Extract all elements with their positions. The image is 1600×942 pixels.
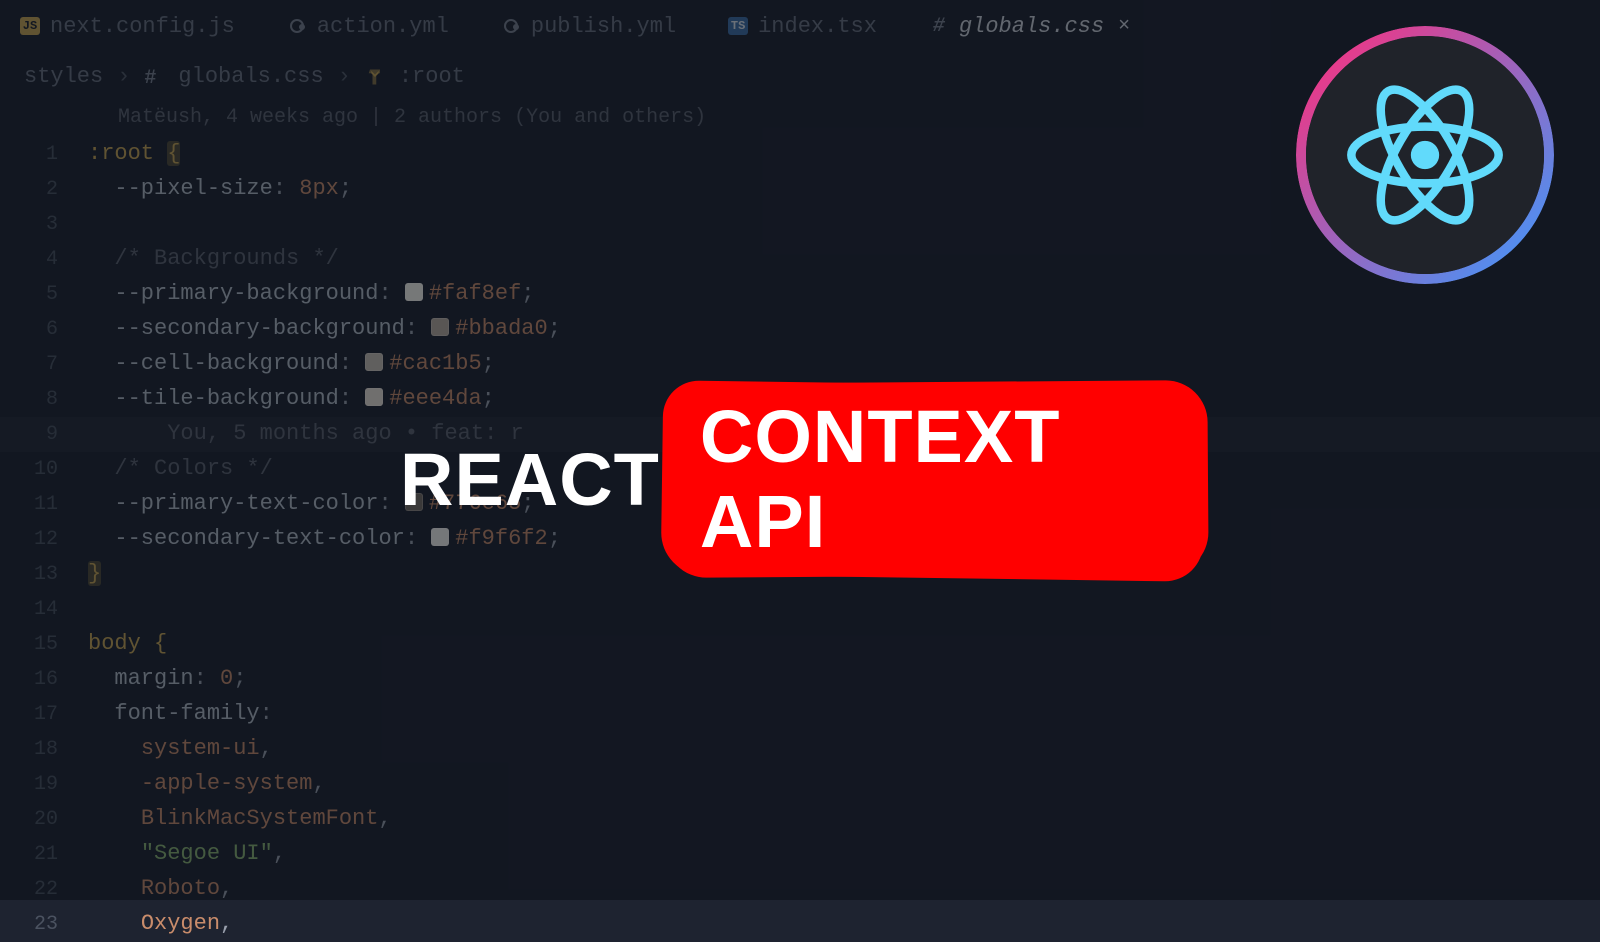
- code-line[interactable]: 19 -apple-system,: [0, 767, 1600, 802]
- line-number: 11: [0, 488, 88, 522]
- line-number: 5: [0, 278, 88, 312]
- js-icon: JS: [20, 17, 40, 35]
- code-line[interactable]: 22 Roboto,: [0, 872, 1600, 907]
- line-number: 22: [0, 873, 88, 907]
- hash-icon: #: [929, 16, 949, 36]
- chevron-right-icon: ›: [117, 64, 130, 89]
- line-number: 20: [0, 803, 88, 837]
- tab-action-yml[interactable]: action.yml: [275, 6, 461, 47]
- tab-publish-yml[interactable]: publish.yml: [489, 6, 688, 47]
- tab-label: globals.css: [959, 14, 1104, 39]
- yaml-icon: [504, 19, 518, 33]
- line-number: 12: [0, 523, 88, 557]
- close-icon[interactable]: ×: [1118, 15, 1130, 38]
- breadcrumb-file[interactable]: globals.css: [178, 64, 323, 89]
- code-line[interactable]: 15body {: [0, 627, 1600, 662]
- tab-label: index.tsx: [758, 14, 877, 39]
- title-word-react: REACT: [400, 437, 660, 522]
- color-swatch-icon: [365, 388, 383, 406]
- tab-index-tsx[interactable]: TS index.tsx: [716, 6, 889, 47]
- code-content: system-ui,: [88, 732, 273, 766]
- line-number: 6: [0, 313, 88, 347]
- line-number: 1: [0, 138, 88, 172]
- tab-next-config-js[interactable]: JS next.config.js: [8, 6, 247, 47]
- line-number: 7: [0, 348, 88, 382]
- line-number: 21: [0, 838, 88, 872]
- line-number: 13: [0, 558, 88, 592]
- code-line[interactable]: 20 BlinkMacSystemFont,: [0, 802, 1600, 837]
- code-line[interactable]: 17 font-family:: [0, 697, 1600, 732]
- line-number: 17: [0, 698, 88, 732]
- code-content: "Segoe UI",: [88, 837, 286, 871]
- line-number: 19: [0, 768, 88, 802]
- code-content: [88, 592, 101, 626]
- color-swatch-icon: [431, 318, 449, 336]
- line-number: 3: [0, 208, 88, 242]
- title-overlay: REACT CONTEXT API: [400, 394, 1200, 564]
- code-content: [88, 207, 101, 241]
- code-content: --cell-background: #cac1b5;: [88, 347, 495, 381]
- yaml-icon: [290, 19, 304, 33]
- code-line[interactable]: 7 --cell-background: #cac1b5;: [0, 347, 1600, 382]
- code-content: body {: [88, 627, 167, 661]
- code-content: /* Colors */: [88, 452, 273, 486]
- line-number: 4: [0, 243, 88, 277]
- title-word-context-api: CONTEXT API: [700, 395, 1061, 563]
- code-content: --secondary-background: #bbada0;: [88, 312, 561, 346]
- line-number: 9: [0, 418, 88, 452]
- breadcrumb-symbol[interactable]: :root: [399, 64, 465, 89]
- react-icon: [1340, 70, 1510, 240]
- code-line[interactable]: 16 margin: 0;: [0, 662, 1600, 697]
- color-swatch-icon: [365, 353, 383, 371]
- code-line[interactable]: 21 "Segoe UI",: [0, 837, 1600, 872]
- code-line[interactable]: 23 Oxygen,: [0, 907, 1600, 942]
- line-number: 14: [0, 593, 88, 627]
- code-content: font-family:: [88, 697, 273, 731]
- tab-label: publish.yml: [531, 14, 676, 39]
- line-number: 18: [0, 733, 88, 767]
- line-number: 8: [0, 383, 88, 417]
- symbol-icon: [365, 67, 385, 87]
- code-content: Oxygen,: [88, 907, 233, 941]
- code-content: BlinkMacSystemFont,: [88, 802, 392, 836]
- code-content: -apple-system,: [88, 767, 326, 801]
- tab-label: next.config.js: [50, 14, 235, 39]
- code-content: margin: 0;: [88, 662, 246, 696]
- code-line[interactable]: 6 --secondary-background: #bbada0;: [0, 312, 1600, 347]
- line-number: 23: [0, 908, 88, 942]
- line-number: 10: [0, 453, 88, 487]
- code-content: --primary-background: #faf8ef;: [88, 277, 534, 311]
- tab-label: action.yml: [317, 14, 449, 39]
- code-content: Roboto,: [88, 872, 233, 906]
- color-swatch-icon: [405, 283, 423, 301]
- ts-icon: TS: [728, 17, 748, 35]
- line-number: 15: [0, 628, 88, 662]
- line-number: 2: [0, 173, 88, 207]
- tab-globals-css[interactable]: # globals.css ×: [917, 6, 1142, 47]
- code-line[interactable]: 18 system-ui,: [0, 732, 1600, 767]
- chevron-right-icon: ›: [338, 64, 351, 89]
- breadcrumb-folder[interactable]: styles: [24, 64, 103, 89]
- code-line[interactable]: 14: [0, 592, 1600, 627]
- line-number: 16: [0, 663, 88, 697]
- code-content: :root {: [88, 137, 180, 171]
- code-content: /* Backgrounds */: [88, 242, 339, 276]
- react-logo-badge: [1296, 26, 1554, 284]
- badge-inner: [1306, 36, 1544, 274]
- code-content: }: [88, 557, 101, 591]
- hash-icon: #: [144, 67, 164, 87]
- title-highlight: CONTEXT API: [672, 394, 1200, 564]
- code-content: --pixel-size: 8px;: [88, 172, 352, 206]
